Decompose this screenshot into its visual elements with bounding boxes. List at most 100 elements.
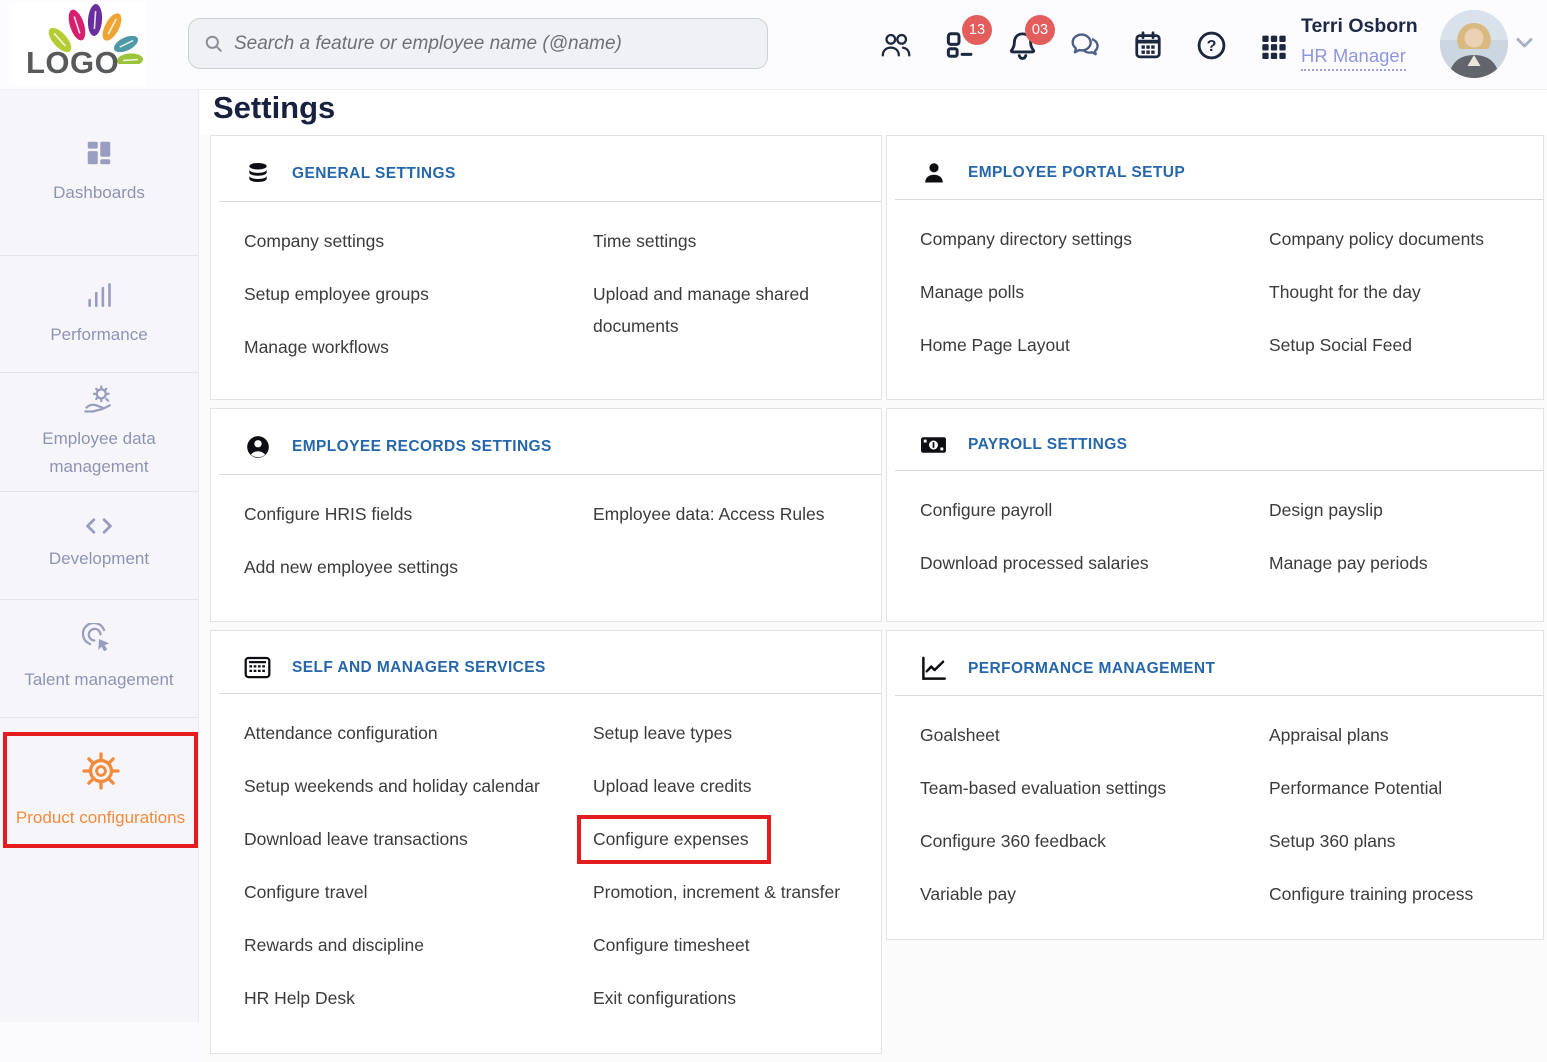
settings-link-upload-leave-credits[interactable]: Upload leave credits — [593, 776, 752, 796]
search-input[interactable] — [234, 33, 752, 55]
card-item: Download processed salaries — [920, 547, 1269, 579]
company-logo[interactable]: LOGO — [12, 2, 146, 86]
settings-link-design-payslip[interactable]: Design payslip — [1269, 500, 1383, 520]
card-column: Company directory settings Manage polls Ho… — [920, 223, 1269, 382]
dashboard-icon — [84, 138, 114, 168]
settings-link-home-page-layout[interactable]: Home Page Layout — [920, 335, 1070, 355]
settings-link-setup-social-feed[interactable]: Setup Social Feed — [1269, 335, 1412, 355]
settings-link-rewards-and-discipline[interactable]: Rewards and discipline — [244, 935, 424, 955]
click-target-icon — [82, 623, 116, 655]
chevron-down-icon[interactable] — [1516, 37, 1533, 49]
card-item: Configure 360 feedback — [920, 825, 1269, 857]
settings-link-hr-help-desk[interactable]: HR Help Desk — [244, 988, 355, 1008]
settings-link-team-based-evaluation-settings[interactable]: Team-based evaluation settings — [920, 778, 1166, 798]
apps-grid-icon[interactable] — [1258, 29, 1290, 61]
settings-link-promotion-increment-transfer[interactable]: Promotion, increment & transfer — [593, 882, 840, 902]
topbar: LOGO 13 03 ? Terri Osborn HR Manager — [0, 0, 1547, 90]
settings-link-download-leave-transactions[interactable]: Download leave transactions — [244, 829, 468, 849]
card-column: Attendance configuration Setup weekends a… — [244, 717, 593, 1035]
card-title: PAYROLL SETTINGS — [968, 436, 1127, 454]
settings-link-configure-training-process[interactable]: Configure training process — [1269, 884, 1473, 904]
sidebar-item-talent-management[interactable]: Talent management — [0, 600, 198, 718]
card-column: Setup leave types Upload leave credits Con… — [593, 717, 863, 1035]
sidebar-item-dashboards[interactable]: Dashboards — [0, 90, 198, 256]
main-content: Settings GENERAL SETTINGS Company setting… — [200, 90, 1547, 1062]
help-icon[interactable]: ? — [1195, 29, 1227, 61]
card-title: EMPLOYEE PORTAL SETUP — [968, 164, 1185, 182]
card-self-and-manager-services: SELF AND MANAGER SERVICES Attendance conf… — [210, 630, 882, 1054]
settings-link-manage-polls[interactable]: Manage polls — [920, 282, 1024, 302]
settings-link-upload-and-manage-shared-documents[interactable]: Upload and manage shared documents — [593, 284, 809, 336]
global-search[interactable] — [188, 18, 768, 69]
settings-link-download-processed-salaries[interactable]: Download processed salaries — [920, 553, 1149, 573]
card-item: Appraisal plans — [1269, 719, 1525, 751]
settings-link-exit-configurations[interactable]: Exit configurations — [593, 988, 736, 1008]
card-item: Configure timesheet — [593, 929, 863, 961]
settings-link-manage-workflows[interactable]: Manage workflows — [244, 337, 389, 357]
settings-link-time-settings[interactable]: Time settings — [593, 231, 696, 251]
card-body: Company directory settings Manage polls Ho… — [887, 200, 1543, 382]
person-circle-icon — [244, 434, 271, 460]
settings-link-setup-employee-groups[interactable]: Setup employee groups — [244, 284, 429, 304]
calendar-icon[interactable] — [1132, 29, 1164, 61]
page-title: Settings — [200, 90, 1547, 135]
settings-link-thought-for-the-day[interactable]: Thought for the day — [1269, 282, 1421, 302]
settings-link-configure-travel[interactable]: Configure travel — [244, 882, 368, 902]
settings-link-company-policy-documents[interactable]: Company policy documents — [1269, 229, 1484, 249]
card-performance-management: PERFORMANCE MANAGEMENTGoalsheetTeam-base… — [886, 630, 1544, 940]
card-item: Configure payroll — [920, 494, 1269, 526]
person-icon — [920, 161, 947, 185]
sidebar-item-product-configurations[interactable]: Product configurations — [3, 732, 198, 848]
settings-link-configure-payroll[interactable]: Configure payroll — [920, 500, 1052, 520]
card-body: Attendance configuration Setup weekends a… — [211, 694, 881, 1035]
code-icon — [82, 518, 116, 534]
settings-link-setup-weekends-and-holiday-calendar[interactable]: Setup weekends and holiday calendar — [244, 776, 540, 796]
banknote-icon — [920, 434, 947, 456]
card-general-settings: GENERAL SETTINGS Company settings Setup em… — [210, 135, 882, 400]
settings-link-attendance-configuration[interactable]: Attendance configuration — [244, 723, 438, 743]
card-header: EMPLOYEE RECORDS SETTINGS — [211, 409, 881, 474]
card-header: SELF AND MANAGER SERVICES — [211, 631, 881, 693]
settings-link-add-new-employee-settings[interactable]: Add new employee settings — [244, 557, 458, 577]
card-item: Add new employee settings — [244, 551, 593, 583]
topbar-icon-cluster: 13 03 ? — [880, 0, 1290, 90]
svg-text:?: ? — [1206, 37, 1216, 55]
card-employee-records-settings: EMPLOYEE RECORDS SETTINGS Configure HRIS … — [210, 408, 882, 622]
settings-link-configure-360-feedback[interactable]: Configure 360 feedback — [920, 831, 1106, 851]
settings-link-manage-pay-periods[interactable]: Manage pay periods — [1269, 553, 1428, 573]
card-item: Manage polls — [920, 276, 1269, 308]
bell-icon[interactable]: 03 — [1006, 29, 1038, 61]
settings-link-performance-potential[interactable]: Performance Potential — [1269, 778, 1442, 798]
device-icon[interactable]: 13 — [943, 29, 975, 61]
settings-link-employee-data-access-rules[interactable]: Employee data: Access Rules — [593, 504, 825, 524]
settings-link-company-settings[interactable]: Company settings — [244, 231, 384, 251]
settings-link-configure-timesheet[interactable]: Configure timesheet — [593, 935, 750, 955]
settings-link-configure-hris-fields[interactable]: Configure HRIS fields — [244, 504, 412, 524]
card-column: Company policy documents Thought for the … — [1269, 223, 1525, 382]
people-icon[interactable] — [880, 29, 912, 61]
card-employee-portal-setup: EMPLOYEE PORTAL SETUP Company directory s… — [886, 135, 1544, 400]
cards-column-right: EMPLOYEE PORTAL SETUP Company directory s… — [886, 135, 1544, 940]
chat-icon[interactable] — [1069, 29, 1101, 61]
card-payroll-settings: PAYROLL SETTINGS Configure payroll Downloa… — [886, 408, 1544, 622]
user-role-link[interactable]: HR Manager — [1301, 45, 1406, 71]
sidebar-item-label: Development — [49, 545, 149, 573]
sidebar-item-development[interactable]: Development — [0, 492, 198, 600]
settings-link-goalsheet[interactable]: Goalsheet — [920, 725, 1000, 745]
settings-link-variable-pay[interactable]: Variable pay — [920, 884, 1016, 904]
settings-link-setup-leave-types[interactable]: Setup leave types — [593, 723, 732, 743]
settings-link-company-directory-settings[interactable]: Company directory settings — [920, 229, 1132, 249]
sidebar-item-employee-data-management[interactable]: Employee data management — [0, 373, 198, 492]
settings-link-appraisal-plans[interactable]: Appraisal plans — [1269, 725, 1389, 745]
settings-link-configure-expenses[interactable]: Configure expenses — [577, 815, 771, 864]
settings-link-setup-360-plans[interactable]: Setup 360 plans — [1269, 831, 1396, 851]
database-icon — [244, 161, 271, 187]
card-header: PAYROLL SETTINGS — [887, 409, 1543, 470]
user-block: Terri Osborn HR Manager — [1301, 15, 1418, 71]
avatar[interactable] — [1440, 10, 1508, 78]
card-item: Thought for the day — [1269, 276, 1525, 308]
sidebar-item-performance[interactable]: Performance — [0, 256, 198, 373]
sidebar-item-label: Performance — [50, 321, 147, 349]
card-column: Configure payroll Download processed sala… — [920, 494, 1269, 600]
card-title: GENERAL SETTINGS — [292, 165, 456, 183]
